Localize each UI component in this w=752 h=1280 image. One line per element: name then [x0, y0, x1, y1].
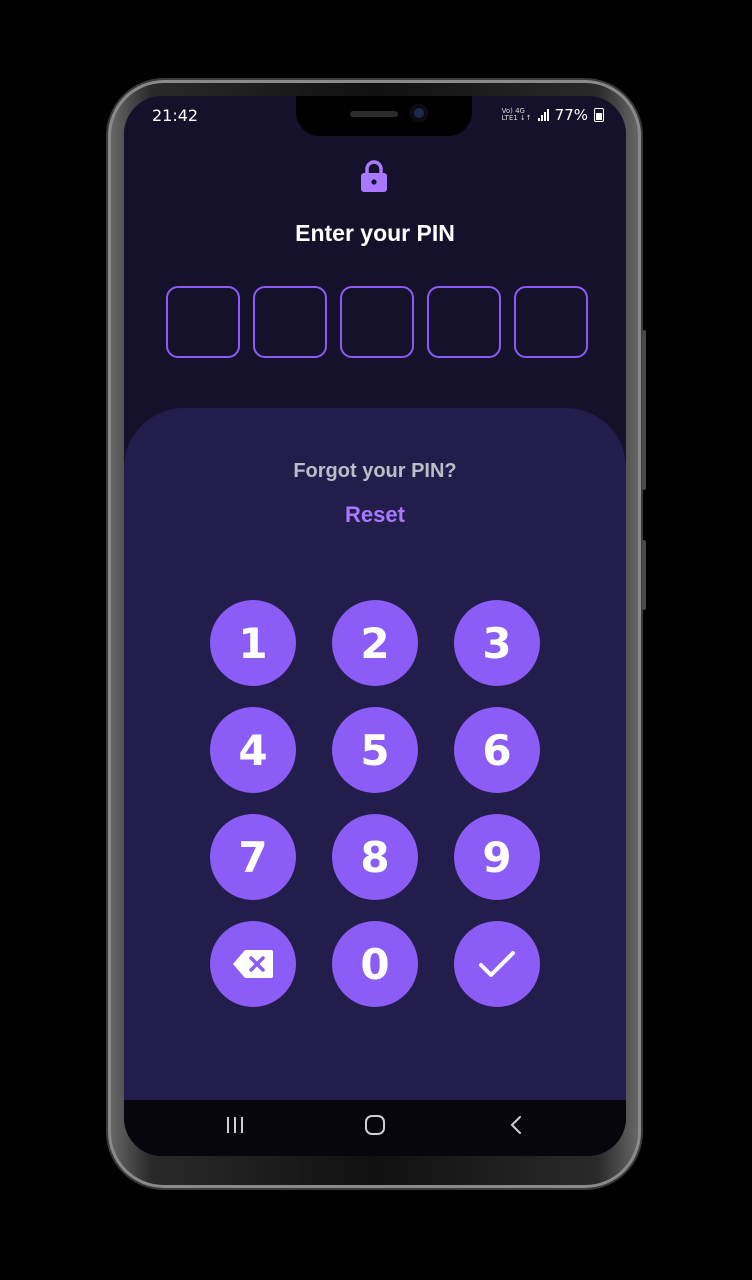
front-camera	[410, 104, 428, 122]
power-button	[642, 540, 646, 610]
battery-percent: 77%	[554, 106, 588, 124]
key-2[interactable]: 2	[332, 600, 418, 686]
system-nav-bar	[124, 1100, 626, 1156]
pin-digit-box	[253, 286, 327, 358]
network-indicator: Vo) 4G LTE1 ↓↑	[501, 107, 532, 122]
status-time: 21:42	[152, 106, 199, 125]
lock-icon	[361, 160, 387, 192]
status-icons: Vo) 4G LTE1 ↓↑ 77%	[502, 106, 604, 124]
confirm-button[interactable]	[454, 921, 540, 1007]
keypad-panel: Forgot your PIN? Reset 1 2 3 4 5 6 7 8 9…	[124, 408, 626, 1108]
reset-link[interactable]: Reset	[124, 502, 626, 528]
home-icon[interactable]	[364, 1114, 386, 1136]
key-7[interactable]: 7	[210, 814, 296, 900]
backspace-icon	[233, 950, 273, 978]
volume-button	[642, 330, 646, 490]
notch	[296, 96, 472, 136]
pin-input-row	[166, 286, 588, 358]
backspace-button[interactable]	[210, 921, 296, 1007]
key-4[interactable]: 4	[210, 707, 296, 793]
key-8[interactable]: 8	[332, 814, 418, 900]
pin-digit-box	[340, 286, 414, 358]
page-title: Enter your PIN	[295, 220, 455, 246]
key-0[interactable]: 0	[332, 921, 418, 1007]
forgot-pin-text: Forgot your PIN?	[293, 460, 457, 482]
key-5[interactable]: 5	[332, 707, 418, 793]
key-9[interactable]: 9	[454, 814, 540, 900]
screen: 21:42 Vo) 4G LTE1 ↓↑ 77% Enter your PIN …	[124, 96, 626, 1156]
pin-digit-box	[427, 286, 501, 358]
battery-icon	[594, 108, 604, 122]
earpiece	[350, 111, 398, 117]
pin-digit-box	[514, 286, 588, 358]
check-icon	[479, 951, 515, 977]
keypad: 1 2 3 4 5 6 7 8 9 0	[210, 600, 540, 1007]
key-6[interactable]: 6	[454, 707, 540, 793]
recents-icon[interactable]	[224, 1114, 246, 1136]
pin-digit-box	[166, 286, 240, 358]
key-1[interactable]: 1	[210, 600, 296, 686]
signal-icon	[537, 109, 549, 121]
back-icon[interactable]	[506, 1114, 528, 1136]
key-3[interactable]: 3	[454, 600, 540, 686]
